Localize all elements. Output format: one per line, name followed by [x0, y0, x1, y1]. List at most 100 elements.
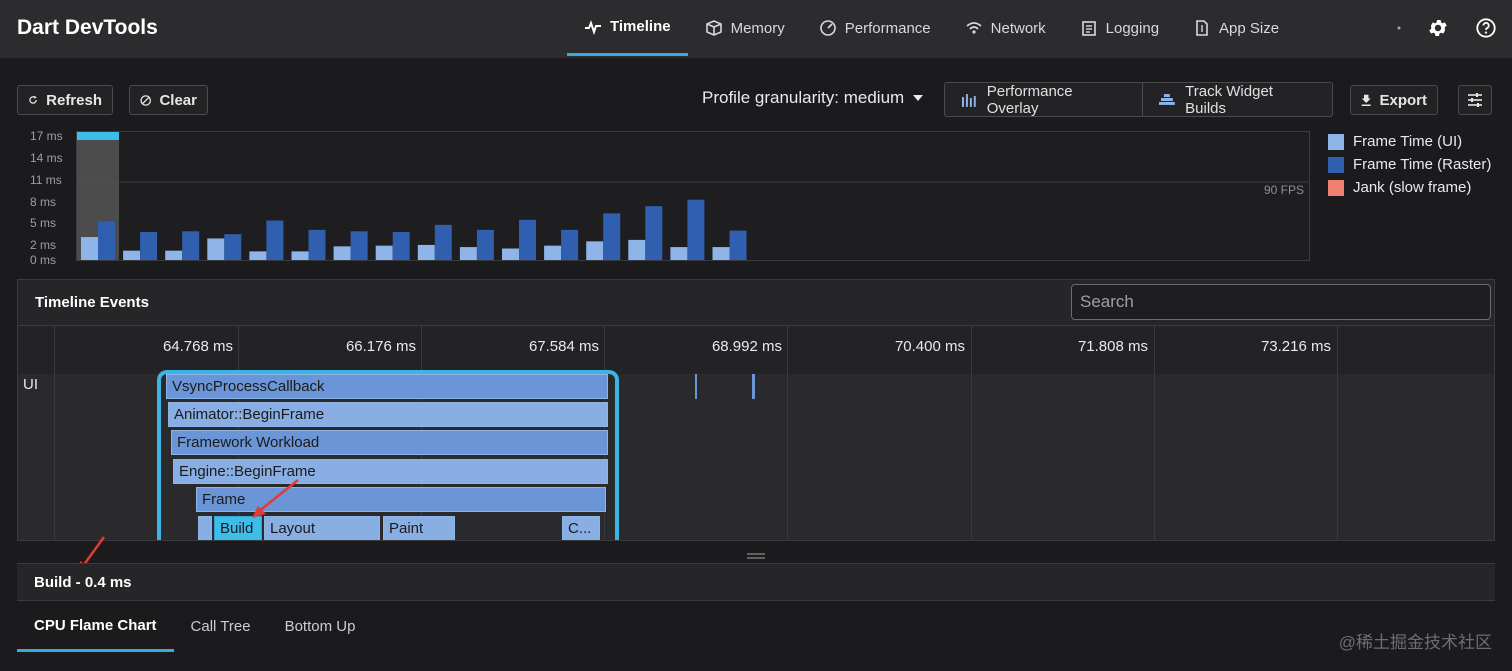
tab-network[interactable]: Network	[948, 0, 1063, 56]
raster-frame-bar[interactable]	[434, 224, 452, 260]
raster-frame-bar[interactable]	[350, 231, 368, 260]
layers-icon	[1159, 93, 1176, 105]
event-paint[interactable]: Paint	[383, 516, 455, 540]
raster-frame-bar[interactable]	[519, 219, 536, 260]
ui-frame-bar[interactable]	[81, 237, 98, 260]
raster-frame-bar[interactable]	[224, 234, 242, 260]
performance-icon	[819, 20, 836, 36]
y-tick-label: 11 ms	[30, 173, 62, 187]
gear-icon[interactable]	[1426, 16, 1450, 40]
ui-frame-bar[interactable]	[502, 248, 519, 260]
export-button[interactable]: Export	[1350, 85, 1438, 115]
performance-overlay-label: Performance Overlay	[986, 82, 1073, 117]
tab-call-tree[interactable]: Call Tree	[174, 601, 268, 651]
gridline	[971, 326, 972, 540]
event-vsync-process-callback[interactable]: VsyncProcessCallback	[166, 374, 608, 399]
tab-timeline[interactable]: Timeline	[567, 0, 688, 56]
tab-memory[interactable]: Memory	[688, 0, 802, 56]
top-bar: Dart DevTools Timeline Memory Performanc…	[0, 0, 1512, 58]
ui-frame-bar[interactable]	[123, 250, 141, 260]
status-dot-icon	[1396, 16, 1402, 40]
resize-handle-icon[interactable]	[747, 553, 765, 559]
event-tick-marker[interactable]	[695, 374, 697, 399]
time-tick-label: 66.176 ms	[345, 338, 416, 355]
raster-frame-bar[interactable]	[603, 213, 621, 260]
performance-overlay-button[interactable]: Performance Overlay	[945, 82, 1142, 117]
event-animator-begin-frame[interactable]: Animator::BeginFrame	[168, 402, 608, 427]
raster-frame-bar[interactable]	[392, 232, 410, 260]
granularity-label: Profile granularity: medium	[702, 88, 905, 107]
event-engine-begin-frame[interactable]: Engine::BeginFrame	[173, 459, 608, 484]
ui-frame-bar[interactable]	[375, 245, 393, 260]
event-small-block[interactable]	[198, 516, 212, 540]
tab-logging[interactable]: Logging	[1063, 0, 1176, 56]
timeline-events-header: Timeline Events	[18, 280, 1494, 326]
gridline	[1154, 326, 1155, 540]
tab-cpu-flame-chart[interactable]: CPU Flame Chart	[17, 601, 174, 652]
ui-frame-bar[interactable]	[712, 247, 730, 260]
legend-item: Jank (slow frame)	[1328, 176, 1491, 199]
frame-chart[interactable]	[76, 131, 1310, 261]
event-details-header: Build - 0.4 ms	[17, 563, 1495, 601]
help-icon[interactable]	[1474, 16, 1498, 40]
legend-swatch	[1328, 156, 1344, 173]
ui-frame-bar[interactable]	[291, 251, 309, 260]
legend-label: Frame Time (UI)	[1353, 133, 1463, 150]
ui-frame-bar[interactable]	[670, 247, 688, 260]
y-tick-label: 17 ms	[30, 129, 63, 143]
tab-app-size[interactable]: App Size	[1176, 0, 1296, 56]
track-widget-builds-label: Track Widget Builds	[1185, 82, 1273, 117]
raster-frame-bar[interactable]	[476, 229, 494, 260]
lane-label-ui: UI	[23, 376, 38, 393]
event-framework-workload[interactable]: Framework Workload	[171, 430, 608, 455]
track-widget-builds-button[interactable]: Track Widget Builds	[1142, 82, 1332, 117]
selected-event-title: Build - 0.4 ms	[34, 574, 132, 591]
raster-frame-bar[interactable]	[561, 229, 579, 260]
event-tick-marker[interactable]	[752, 374, 755, 399]
memory-icon	[705, 20, 722, 36]
clear-button[interactable]: Clear	[129, 85, 208, 115]
app-title: Dart DevTools	[17, 16, 158, 39]
ui-frame-bar[interactable]	[417, 244, 435, 260]
ui-frame-bar[interactable]	[249, 251, 267, 260]
clear-label: Clear	[159, 91, 197, 109]
time-tick-label: 73.216 ms	[1260, 338, 1331, 355]
raster-frame-bar[interactable]	[645, 206, 663, 260]
time-tick-label: 64.768 ms	[162, 338, 233, 355]
ui-frame-bar[interactable]	[165, 250, 183, 260]
ui-frame-bar[interactable]	[586, 241, 604, 260]
raster-frame-bar[interactable]	[729, 230, 747, 260]
timeline-events-panel: Timeline Events UI 64.768 ms 66.176 ms 6…	[17, 279, 1495, 541]
y-tick-label: 0 ms	[30, 253, 57, 267]
app-size-icon	[1196, 20, 1208, 36]
raster-frame-bar[interactable]	[687, 199, 705, 260]
timeline-icon	[585, 19, 601, 35]
overlay-toggle-group: Performance Overlay Track Widget Builds	[944, 82, 1333, 117]
ui-frame-bar[interactable]	[333, 246, 351, 260]
ui-frame-bar[interactable]	[544, 245, 562, 260]
raster-frame-bar[interactable]	[140, 232, 158, 260]
raster-frame-bar[interactable]	[266, 220, 284, 260]
event-composite[interactable]: C...	[562, 516, 600, 540]
tab-label: Network	[990, 19, 1046, 37]
search-input[interactable]	[1071, 284, 1491, 320]
ui-frame-bar[interactable]	[207, 238, 225, 260]
frame-chart-legend: Frame Time (UI) Frame Time (Raster) Jank…	[1328, 130, 1491, 199]
raster-frame-bar[interactable]	[308, 229, 326, 260]
refresh-button[interactable]: Refresh	[17, 85, 113, 115]
raster-frame-bar[interactable]	[182, 231, 200, 260]
tab-performance[interactable]: Performance	[802, 0, 948, 56]
ui-frame-bar[interactable]	[628, 239, 646, 260]
settings-button[interactable]	[1458, 85, 1492, 115]
timeline-flame-area[interactable]: UI 64.768 ms 66.176 ms 67.584 ms 68.992 …	[18, 326, 1494, 540]
time-tick-label: 70.400 ms	[894, 338, 965, 355]
raster-frame-bar[interactable]	[98, 221, 115, 260]
ui-frame-bar[interactable]	[459, 247, 477, 260]
tune-icon	[1468, 93, 1482, 107]
main-tabs: Timeline Memory Performance Network Logg…	[567, 0, 1296, 58]
tab-bottom-up[interactable]: Bottom Up	[268, 601, 373, 651]
gridline	[787, 326, 788, 540]
fps-label: 90 FPS	[1264, 183, 1305, 197]
profile-granularity-dropdown[interactable]: Profile granularity: medium	[702, 88, 924, 108]
details-tabs: CPU Flame Chart Call Tree Bottom Up	[17, 601, 1495, 653]
